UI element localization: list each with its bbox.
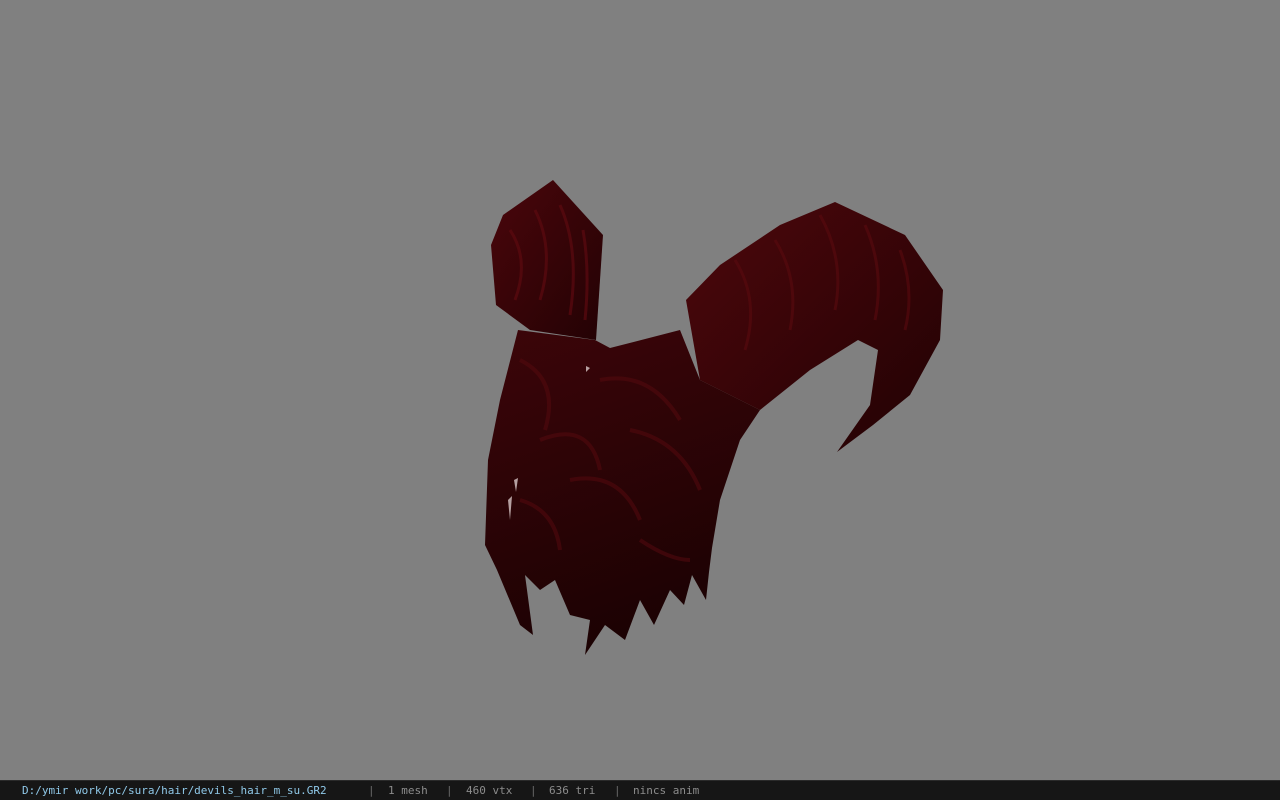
triangle-count-label: 636 tri	[549, 784, 596, 797]
mesh-count-label: 1 mesh	[388, 784, 428, 797]
status-separator: |	[368, 784, 375, 797]
vertex-count-label: 460 vtx	[466, 784, 513, 797]
status-separator: |	[530, 784, 537, 797]
status-separator: |	[446, 784, 453, 797]
model-render-canvas	[485, 180, 943, 655]
anim-status-label: nincs anim	[633, 784, 700, 797]
model-viewport[interactable]	[0, 0, 1280, 780]
file-path-label: D:/ymir work/pc/sura/hair/devils_hair_m_…	[22, 784, 327, 797]
status-bar: D:/ymir work/pc/sura/hair/devils_hair_m_…	[0, 780, 1280, 800]
status-separator: |	[614, 784, 621, 797]
